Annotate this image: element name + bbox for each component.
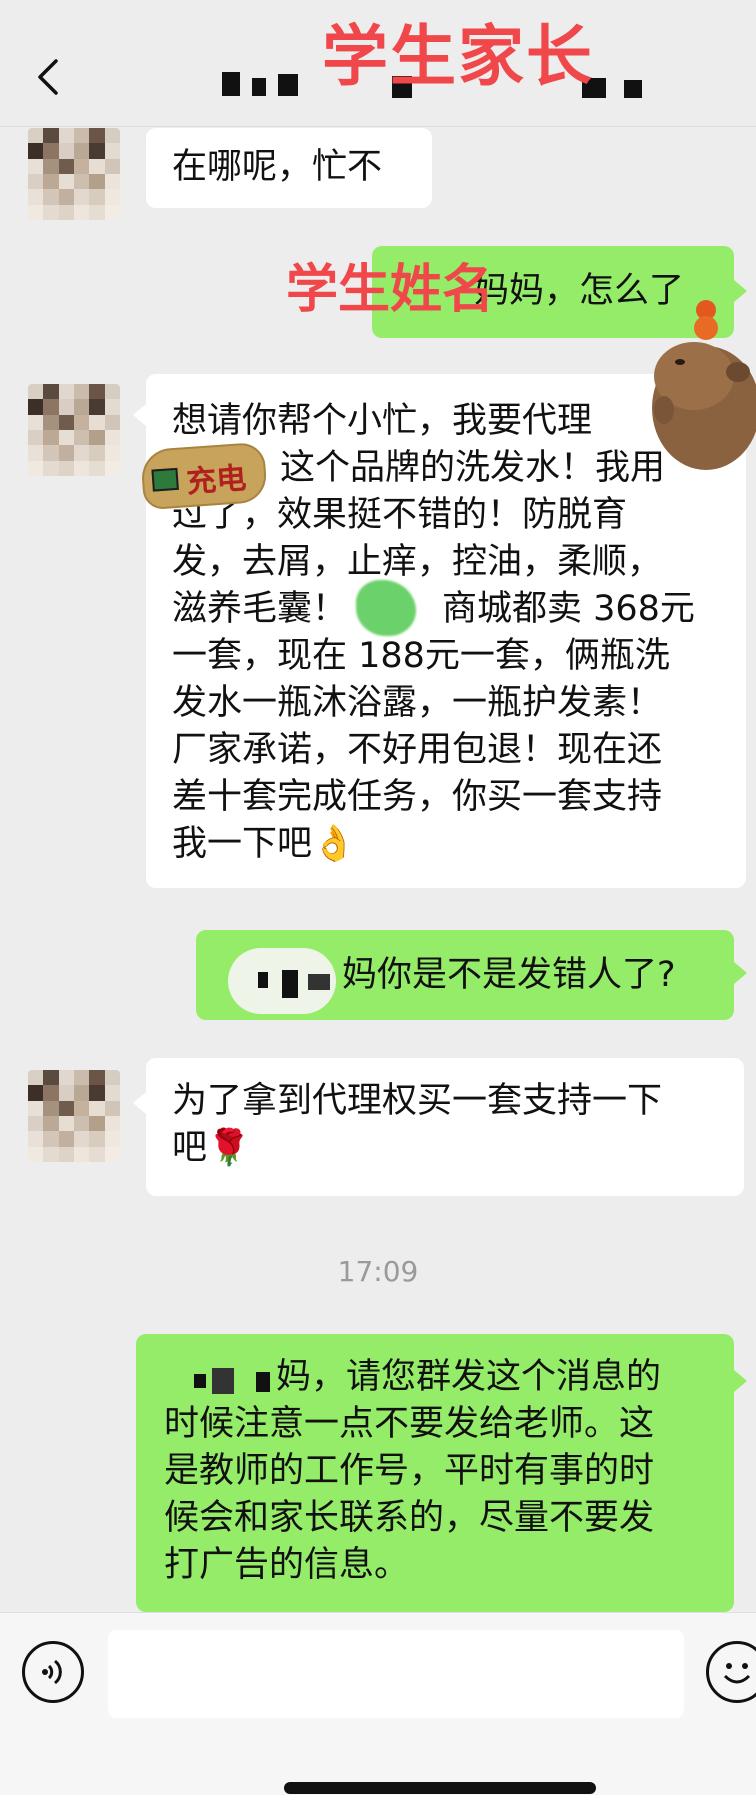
redaction-mark (256, 1372, 270, 1392)
message-text: 吧 (172, 1128, 208, 1168)
bubble-tail (734, 962, 747, 984)
message-bubble-incoming[interactable]: 为了拿到代理权买一套支持一下 吧🌹 (146, 1058, 744, 1196)
message-text: 在哪呢，忙不 (172, 147, 383, 187)
title-overlay-label: 学生家长 (322, 18, 594, 95)
ok-hand-emoji-icon: 👌 (312, 824, 356, 864)
contact-avatar[interactable] (28, 128, 120, 220)
message-line: 差十套完成任务，你买一套支持 (172, 777, 663, 817)
bubble-tail (133, 1092, 146, 1114)
contact-avatar[interactable] (28, 384, 120, 476)
message-line: 一套，现在 188元一套，俩瓶洗 (172, 636, 670, 676)
message-text: 我一下吧 (172, 824, 313, 864)
rose-emoji-icon: 🌹 (207, 1128, 251, 1168)
redaction-mark (308, 974, 330, 990)
student-name-overlay: 学生姓名 (286, 260, 495, 320)
bubble-tail (133, 404, 146, 426)
emoji-icon (723, 1663, 751, 1684)
message-line: 吧🌹 (172, 1125, 251, 1172)
message-line: 打广告的信息。 (164, 1545, 410, 1585)
voice-icon (42, 1659, 62, 1685)
message-line: 妈，请您群发这个消息的 (276, 1357, 662, 1397)
redaction-mark (282, 970, 298, 998)
chat-header: 学生家长 (0, 0, 756, 127)
message-line: 我一下吧👌 (172, 821, 356, 868)
message-line: 商城都卖 368元 (442, 589, 695, 629)
message-line: 发，去屑，止痒，控油，柔顺， (172, 542, 663, 582)
capybara-sticker-icon (652, 300, 756, 470)
message-line: 是教师的工作号，平时有事的时 (164, 1451, 655, 1491)
chevron-left-icon (38, 59, 58, 95)
message-bubble-outgoing[interactable]: 妈，请您群发这个消息的 时候注意一点不要发给老师。这 是教师的工作号，平时有事的… (136, 1334, 734, 1612)
message-line: 候会和家长联系的，尽量不要发 (164, 1498, 655, 1538)
battery-sticker: 充电 (140, 441, 268, 511)
emoji-button[interactable] (706, 1641, 756, 1703)
redaction-mark (194, 1374, 206, 1388)
bubble-tail (734, 1370, 747, 1392)
message-input[interactable] (108, 1630, 684, 1718)
contact-avatar[interactable] (28, 1070, 120, 1162)
message-text: 妈你是不是发错人了? (342, 955, 676, 995)
redaction-mark (212, 1368, 234, 1394)
timestamp: 17:09 (337, 1255, 419, 1288)
battery-icon (151, 467, 179, 492)
message-line: 想请你帮个小忙，我要代理 (172, 401, 593, 441)
message-line: 时候注意一点不要发给老师。这 (164, 1404, 655, 1444)
message-bubble-incoming[interactable]: 在哪呢，忙不 (146, 128, 432, 208)
message-line: 这个品牌的洗发水！我用 (280, 448, 666, 488)
redaction-mark (258, 972, 268, 988)
message-line: 为了拿到代理权买一套支持一下 (172, 1081, 663, 1121)
redaction-blot (356, 580, 416, 636)
home-indicator (284, 1782, 596, 1794)
back-button[interactable] (30, 50, 66, 104)
message-bubble-outgoing[interactable]: 妈你是不是发错人了? (196, 930, 734, 1020)
sticker-text: 充电 (185, 461, 248, 501)
message-line: 发水一瓶沐浴露，一瓶护发素！ (172, 683, 663, 723)
message-line: 滋养毛囊！ (172, 589, 348, 629)
voice-button[interactable] (22, 1641, 84, 1703)
message-line: 厂家承诺，不好用包退！现在还 (172, 730, 663, 770)
